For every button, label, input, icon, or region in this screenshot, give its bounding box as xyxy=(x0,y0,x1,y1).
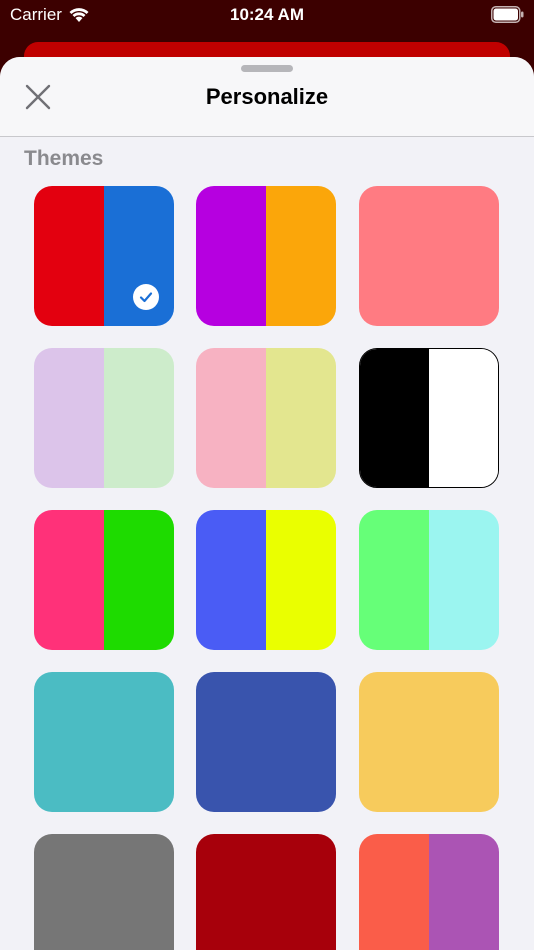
theme-swatch[interactable] xyxy=(34,834,174,950)
theme-color-half xyxy=(104,348,174,488)
theme-color-half xyxy=(196,510,266,650)
theme-color-half xyxy=(34,672,174,812)
theme-swatch[interactable] xyxy=(34,348,174,488)
theme-color-half xyxy=(359,510,429,650)
battery-icon xyxy=(491,6,524,23)
theme-swatch[interactable] xyxy=(196,510,336,650)
theme-color-half xyxy=(196,348,266,488)
theme-color-half xyxy=(34,186,104,326)
theme-color-half xyxy=(266,348,336,488)
theme-color-half xyxy=(34,834,174,950)
theme-color-half xyxy=(104,510,174,650)
theme-color-half xyxy=(196,834,336,950)
theme-swatch[interactable] xyxy=(196,348,336,488)
theme-swatch[interactable] xyxy=(196,834,336,950)
theme-swatch[interactable] xyxy=(196,186,336,326)
theme-color-half xyxy=(34,510,104,650)
theme-swatch[interactable] xyxy=(196,672,336,812)
theme-color-half xyxy=(359,186,499,326)
theme-swatch[interactable] xyxy=(34,186,174,326)
checkmark-icon xyxy=(133,284,159,310)
theme-swatch[interactable] xyxy=(359,348,499,488)
theme-color-half xyxy=(196,672,336,812)
page-title: Personalize xyxy=(205,84,329,109)
theme-color-half xyxy=(266,186,336,326)
themes-section-label: Themes xyxy=(24,147,104,170)
theme-color-half xyxy=(360,349,429,487)
theme-color-half xyxy=(196,186,266,326)
theme-color-half xyxy=(429,349,498,487)
theme-color-half xyxy=(429,834,499,950)
status-time: 10:24 AM xyxy=(229,5,304,24)
theme-swatch[interactable] xyxy=(34,510,174,650)
sheet-header: Personalize xyxy=(0,57,534,137)
theme-color-half xyxy=(359,672,499,812)
theme-swatch[interactable] xyxy=(34,672,174,812)
theme-swatch[interactable] xyxy=(359,672,499,812)
theme-color-half xyxy=(359,834,429,950)
theme-color-half xyxy=(34,348,104,488)
personalize-sheet: Personalize Themes xyxy=(0,57,534,950)
sheet-grabber[interactable] xyxy=(241,65,293,72)
theme-swatch[interactable] xyxy=(359,834,499,950)
theme-swatch[interactable] xyxy=(359,186,499,326)
theme-color-half xyxy=(266,510,336,650)
status-bar: Carrier 10:24 AM xyxy=(0,0,534,34)
theme-color-half xyxy=(429,510,499,650)
theme-swatch[interactable] xyxy=(359,510,499,650)
